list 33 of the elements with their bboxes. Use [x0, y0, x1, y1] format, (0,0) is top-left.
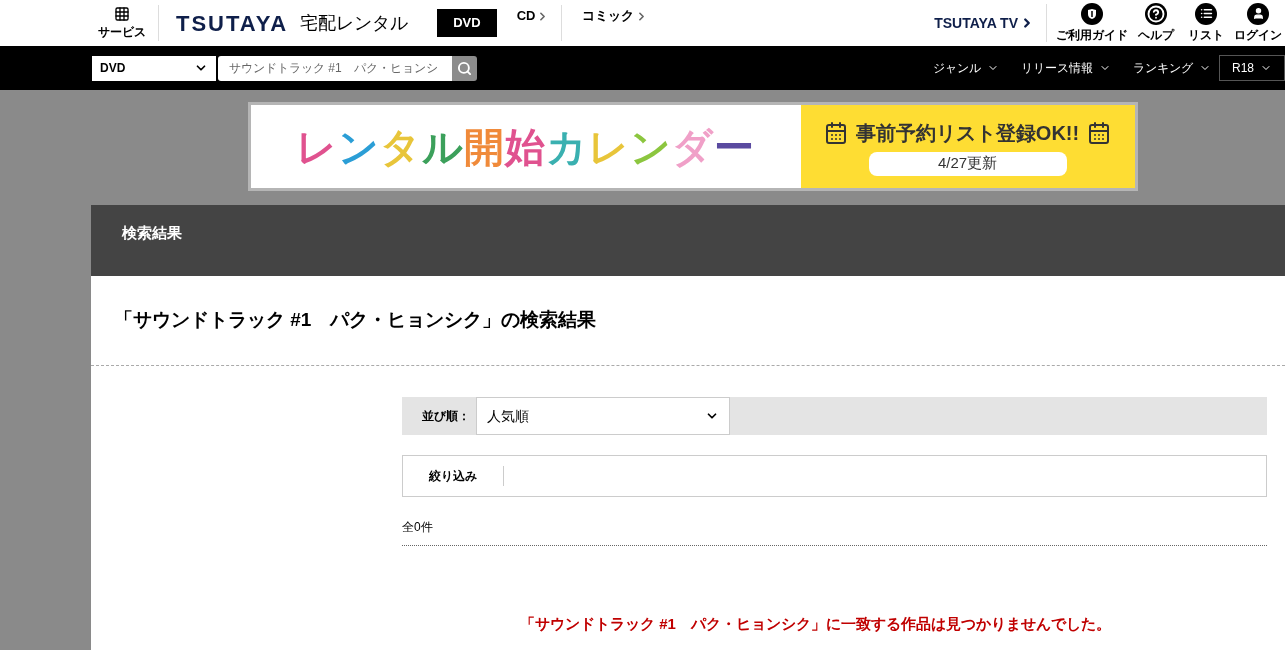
header-icon-link[interactable]: ヘルプ — [1131, 2, 1181, 44]
result-count: 全0件 — [402, 519, 433, 536]
no-results-message: 「サウンドトラック #1 パク・ヒョンシク」に一致する作品は見つかりませんでした。 — [520, 614, 1111, 634]
header-icon-link[interactable]: リスト — [1181, 2, 1231, 44]
banner-title: レンタル開始カレンダー — [296, 123, 755, 171]
banner-date: 4/27更新 — [868, 151, 1067, 176]
section-header: 検索結果 — [91, 205, 1285, 276]
result-title: 「サウンドトラック #1 パク・ヒョンシク」の検索結果 — [113, 308, 598, 332]
nav-menu[interactable]: ランキング — [1133, 59, 1211, 77]
rating-select[interactable]: R18 — [1219, 55, 1285, 81]
category-tab[interactable]: DVD — [437, 9, 497, 37]
nav-menu[interactable]: ジャンル — [933, 59, 999, 77]
search-button[interactable] — [452, 55, 477, 81]
search-field[interactable]: サウンドトラック #1 パク・ヒョンシ — [218, 55, 452, 81]
tv-link[interactable]: TSUTAYA TV — [934, 12, 1034, 34]
service-name: 宅配レンタル — [300, 11, 409, 35]
site-logo[interactable]: TSUTAYA — [176, 6, 289, 40]
calendar-banner[interactable]: レンタル開始カレンダー 事前予約リスト登録OK!! 4/27更新 — [247, 102, 1138, 191]
category-tab[interactable]: コミック — [582, 6, 649, 26]
banner-subtitle: 事前予約リスト登録OK!! — [855, 120, 1080, 146]
search-icon — [457, 60, 472, 76]
category-select[interactable]: DVD — [92, 55, 216, 81]
header-icon-link[interactable]: ご利用ガイド — [1053, 2, 1131, 44]
filter-button[interactable]: 絞り込み — [403, 467, 503, 485]
calendar-icon — [823, 120, 848, 145]
grid-icon — [114, 5, 130, 22]
calendar-icon — [1087, 120, 1112, 145]
nav-menu[interactable]: リリース情報 — [1021, 59, 1111, 77]
header-icon-link[interactable]: ログイン — [1231, 2, 1285, 44]
services-button[interactable]: サービス — [100, 5, 144, 41]
sort-label: 並び順： — [422, 408, 470, 425]
sort-select[interactable]: 人気順 — [476, 397, 730, 435]
category-tab[interactable]: CD — [516, 6, 550, 26]
